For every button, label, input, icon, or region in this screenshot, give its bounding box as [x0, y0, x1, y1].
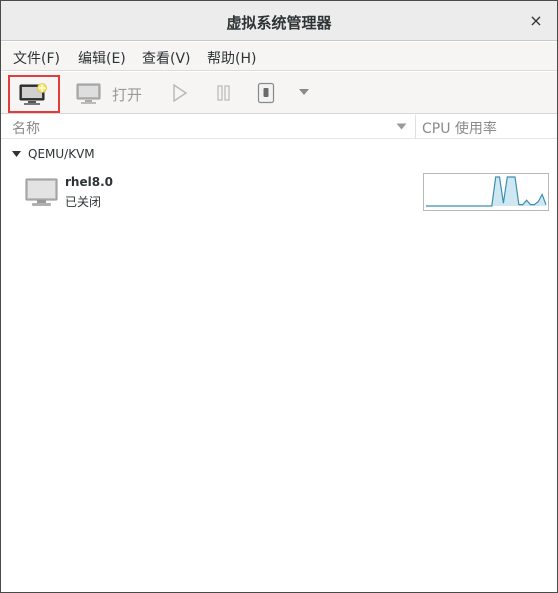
connection-label: QEMU/KVM [28, 147, 95, 161]
chevron-down-icon[interactable] [298, 88, 310, 96]
menu-help[interactable]: 帮助(H) [207, 48, 256, 68]
vm-status: 已关闭 [65, 195, 102, 209]
menu-edit[interactable]: 编辑(E) [78, 48, 126, 68]
pause-icon[interactable] [216, 84, 232, 102]
cpu-usage-graph [423, 173, 549, 211]
menu-bar: 文件(F) 编辑(E) 查看(V) 帮助(H) [1, 42, 557, 71]
monitor-new-icon [19, 83, 47, 105]
open-button-label[interactable]: 打开 [112, 84, 142, 105]
connection-row[interactable]: QEMU/KVM [1, 144, 557, 164]
expander-down-icon[interactable] [12, 151, 21, 157]
menu-file[interactable]: 文件(F) [13, 48, 60, 68]
sort-arrow-icon[interactable] [396, 123, 407, 130]
new-vm-button[interactable] [8, 75, 60, 113]
menu-view[interactable]: 查看(V) [142, 48, 191, 68]
play-icon[interactable] [172, 84, 188, 102]
close-button[interactable]: × [525, 10, 547, 32]
toolbar: 打开 [1, 72, 557, 114]
title-bar: 虚拟系统管理器 × [1, 1, 557, 41]
vm-row[interactable]: rhel8.0 已关闭 [1, 169, 557, 217]
monitor-icon [76, 83, 101, 104]
shutdown-icon[interactable] [257, 82, 275, 104]
vm-monitor-icon [25, 178, 58, 206]
window-title: 虚拟系统管理器 [226, 14, 332, 32]
column-name-header[interactable]: 名称 [12, 118, 40, 138]
vm-name: rhel8.0 [65, 175, 113, 189]
app-window: 虚拟系统管理器 × 文件(F) 编辑(E) 查看(V) 帮助(H) 打开 名称 … [0, 0, 558, 593]
column-divider[interactable] [415, 115, 416, 139]
column-cpu-header[interactable]: CPU 使用率 [422, 118, 497, 138]
column-headers: 名称 CPU 使用率 [1, 115, 557, 139]
